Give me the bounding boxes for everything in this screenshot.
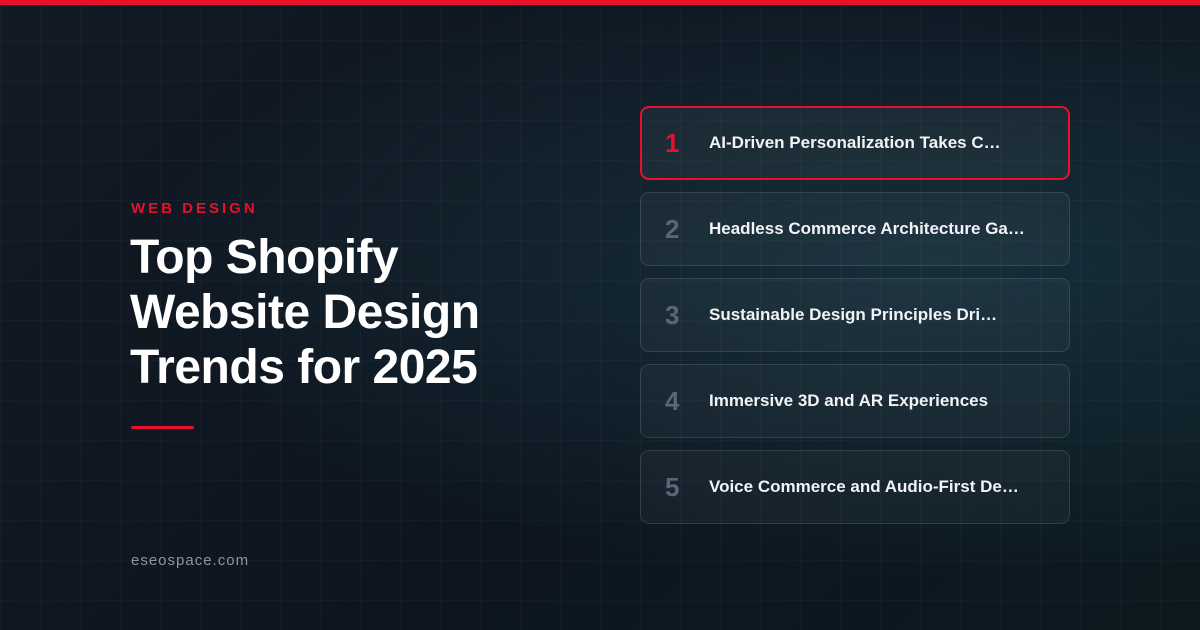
trend-label: Sustainable Design Principles Dri… (709, 305, 998, 324)
trend-label: AI-Driven Personalization Takes C… (709, 133, 1001, 152)
page-title: Top Shopify Website Design Trends for 20… (130, 231, 480, 394)
trend-number: 3 (665, 299, 680, 330)
trend-number: 4 (665, 385, 680, 416)
trend-item-5[interactable]: 5 Voice Commerce and Audio-First De… (640, 450, 1070, 524)
trend-label: Immersive 3D and AR Experiences (709, 391, 989, 410)
trend-number: 5 (665, 471, 680, 502)
trend-item-1[interactable]: 1 AI-Driven Personalization Takes C… (640, 106, 1070, 180)
top-accent-bar (0, 0, 1200, 5)
trend-item-4[interactable]: 4 Immersive 3D and AR Experiences (640, 364, 1070, 438)
category-eyebrow: WEB DESIGN (131, 200, 258, 217)
trend-label: Voice Commerce and Audio-First De… (709, 477, 1019, 496)
trend-item-3[interactable]: 3 Sustainable Design Principles Dri… (640, 278, 1070, 352)
trend-list: 1 AI-Driven Personalization Takes C… 2 H… (640, 106, 1070, 536)
title-underline (131, 426, 194, 429)
banner-canvas: WEB DESIGN Top Shopify Website Design Tr… (0, 0, 1200, 630)
trend-label: Headless Commerce Architecture Ga… (709, 219, 1025, 238)
trend-number: 2 (665, 213, 680, 244)
trend-item-2[interactable]: 2 Headless Commerce Architecture Ga… (640, 192, 1070, 266)
trend-number: 1 (665, 127, 680, 158)
site-domain: eseospace.com (131, 552, 250, 569)
